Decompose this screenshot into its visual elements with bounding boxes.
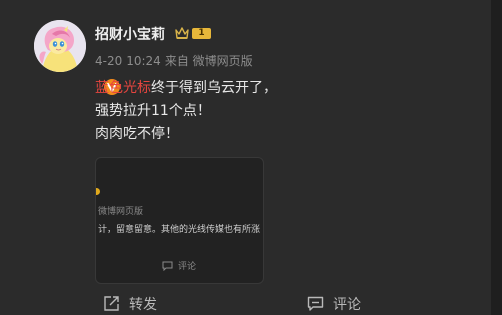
post-source: 来自 微博网页版	[164, 54, 253, 68]
post-time[interactable]: 10:24	[126, 54, 161, 68]
author-name[interactable]: 招财小宝莉	[95, 24, 165, 44]
repost-label: 转发	[129, 297, 157, 313]
repost-button[interactable]: 转发	[103, 294, 157, 314]
content-line-3: 肉肉吃不停！	[95, 126, 179, 142]
embed-comment-button[interactable]: 评论	[162, 259, 196, 272]
avatar[interactable]	[34, 20, 122, 97]
level-badge[interactable]: 1	[192, 28, 211, 39]
stock-link[interactable]: 蓝色光标	[95, 80, 151, 96]
embed-comment-label: 评论	[178, 262, 197, 272]
comment-button[interactable]: 评论	[307, 294, 361, 314]
content-line-1: 蓝色光标终于得到乌云开了，	[95, 77, 277, 100]
avatar-pony-image	[34, 20, 86, 72]
repost-icon	[104, 296, 119, 311]
comment-icon	[162, 261, 173, 272]
content-line-2: 强势拉升11个点！	[95, 103, 211, 119]
weibo-post-card: 招财小宝莉 1 4-20 10:24 来自 微博网页版 蓝色光标终于得到乌云开了， …	[0, 0, 491, 315]
scrollbar[interactable]	[491, 0, 502, 315]
post-date[interactable]: 4-20	[95, 54, 122, 68]
embed-text: 计，留意留意。其他的光线传媒也有所涨	[98, 225, 261, 235]
post-content: 蓝色光标终于得到乌云开了， 强势拉升11个点！ 肉肉吃不停！	[95, 77, 277, 146]
embed-source: 微博网页版	[98, 207, 144, 217]
post-meta: 4-20 10:24 来自 微博网页版	[95, 52, 257, 69]
comment-label: 评论	[333, 297, 361, 313]
embed-badge-icon	[96, 188, 100, 195]
crown-icon[interactable]	[174, 26, 190, 40]
embedded-post-card[interactable]: 微博网页版 计，留意留意。其他的光线传媒也有所涨 评论	[95, 157, 264, 284]
content-line-1-text: 终于得到乌云开了，	[151, 80, 277, 96]
comment-icon	[307, 296, 324, 311]
